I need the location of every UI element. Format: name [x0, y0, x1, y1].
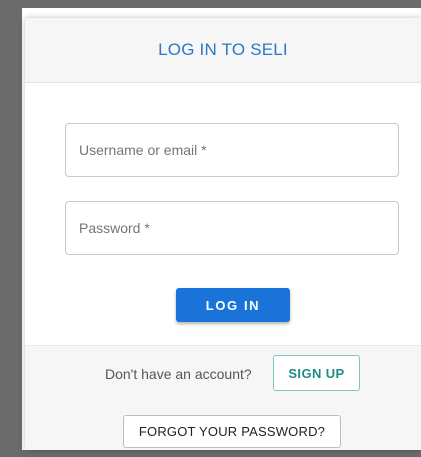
dialog-header: LOG IN TO SELI	[25, 18, 421, 83]
username-input[interactable]	[66, 124, 398, 176]
modal-overlay-top	[0, 0, 421, 8]
signup-prompt: Don't have an account?	[105, 366, 252, 382]
signup-section: Don't have an account? SIGN UP	[25, 345, 421, 407]
modal-overlay-bottom	[0, 450, 421, 457]
dialog-title: LOG IN TO SELI	[158, 40, 288, 59]
password-field	[65, 201, 399, 255]
password-input[interactable]	[66, 202, 398, 254]
modal-overlay-left	[0, 0, 22, 457]
login-button[interactable]: LOG IN	[176, 288, 290, 322]
forgot-section: FORGOT YOUR PASSWORD?	[25, 406, 421, 450]
forgot-password-button[interactable]: FORGOT YOUR PASSWORD?	[123, 415, 341, 448]
username-field	[65, 123, 399, 177]
signup-button[interactable]: SIGN UP	[273, 355, 360, 391]
login-dialog: LOG IN TO SELI LOG IN Don't have an acco…	[25, 18, 421, 450]
